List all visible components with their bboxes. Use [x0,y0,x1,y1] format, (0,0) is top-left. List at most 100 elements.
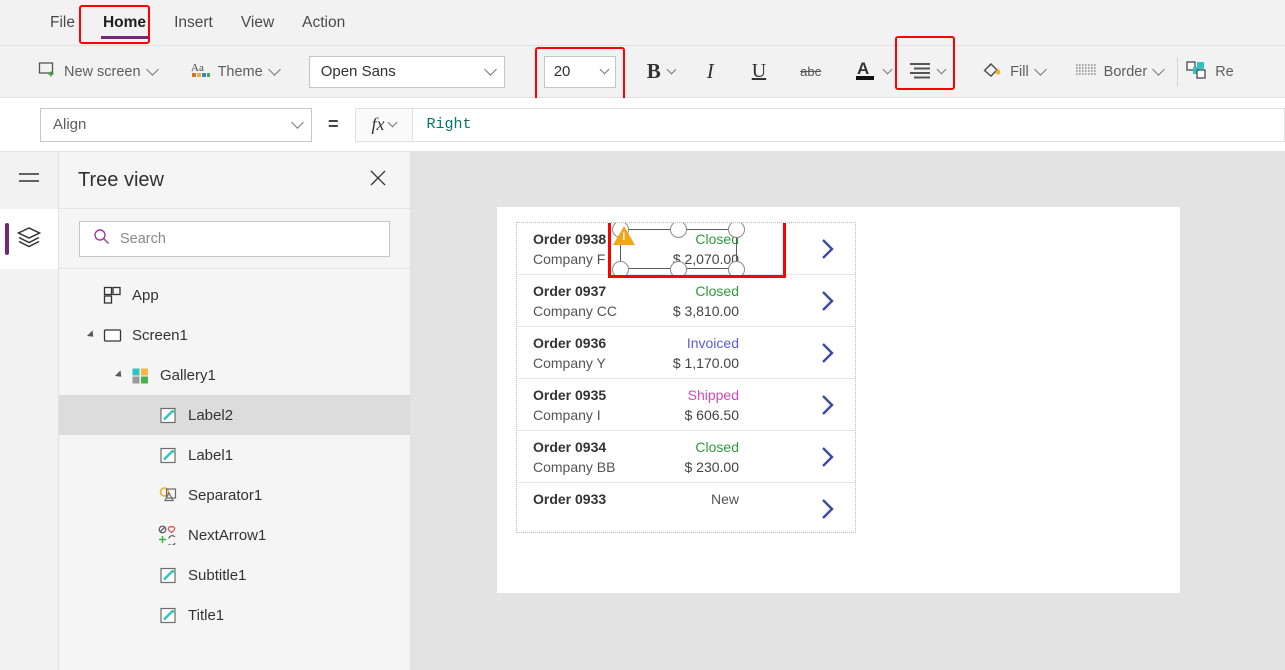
app-screen[interactable]: Order 0938 Company F Closed $ 2,070.00 !… [497,207,1180,593]
theme-icon: Aa [191,60,211,83]
fill-label: Fill [1010,63,1029,80]
chevron-right-icon[interactable] [819,288,837,319]
new-screen-button[interactable]: New screen [30,52,165,92]
tree-node-list: App Screen1 Gallery1 Label2 Label1 Separ… [59,269,410,635]
gallery-icon [127,366,153,385]
menu-item-home[interactable]: Home [89,1,160,45]
reorder-label: Re [1215,63,1234,80]
tree-node-gallery1[interactable]: Gallery1 [59,355,410,395]
tree-node-label1[interactable]: Label1 [59,435,410,475]
gallery-row[interactable]: Order 0934 Company BB Closed $ 230.00 [517,431,855,483]
gallery-row[interactable]: Order 0938 Company F Closed $ 2,070.00 ! [517,223,855,278]
tree-node-nextarrow1[interactable]: NextArrow1 [59,515,410,555]
canvas-area: Order 0938 Company F Closed $ 2,070.00 !… [411,152,1285,670]
chevron-right-icon[interactable] [819,340,837,371]
tree-node-label: App [132,286,159,304]
font-color-button[interactable]: A [847,52,899,92]
chevron-down-icon [267,63,281,76]
gallery-row[interactable]: Order 0936 Company Y Invoiced $ 1,170.00 [517,327,855,379]
gallery-control[interactable]: Order 0938 Company F Closed $ 2,070.00 !… [516,222,856,533]
tree-node-label2[interactable]: Label2 [59,395,410,435]
bold-icon: B [646,59,661,83]
chevron-down-icon [1152,63,1166,76]
formula-bar: Align = fx Right [0,98,1285,152]
align-button[interactable] [905,52,949,92]
hamburger-menu-button[interactable] [0,152,58,209]
border-icon [1075,62,1097,82]
search-input[interactable]: Search [79,220,390,257]
font-size-select[interactable]: 20 [543,55,616,88]
gallery-row[interactable]: Order 0935 Company I Shipped $ 606.50 [517,379,855,431]
fill-button[interactable]: Fill [973,52,1053,92]
order-status: Invoiced [686,335,739,351]
tree-node-title1[interactable]: Title1 [59,595,410,635]
order-title: Order 0938 [533,231,607,247]
chevron-right-icon[interactable] [819,444,837,475]
hamburger-icon [17,170,41,191]
menu-item-action[interactable]: Action [288,1,359,45]
resize-handle-top-right[interactable] [728,223,745,238]
font-family-value: Open Sans [320,63,396,80]
tree-search-row: Search [59,209,410,269]
label-icon [155,406,181,425]
strikethrough-button[interactable]: abc [792,52,829,92]
gallery-row[interactable]: Order 0933 New [517,483,855,532]
tree-node-label: Subtitle1 [188,566,247,584]
property-value: Align [53,116,87,133]
property-select[interactable]: Align [40,107,312,142]
company-name: Company F [533,251,606,267]
search-icon [93,228,110,249]
order-amount: $ 606.50 [684,407,740,423]
menu-bar: File Home Insert View Action [0,0,1285,46]
bold-button[interactable]: B [639,52,683,92]
theme-button[interactable]: Aa Theme [183,52,287,92]
close-icon[interactable] [368,168,388,193]
tree-node-screen1[interactable]: Screen1 [59,315,410,355]
ribbon-toolbar: New screen Aa Theme Open Sans 20 B I U a… [0,35,1285,101]
tree-node-app[interactable]: App [59,275,410,315]
order-title: Order 0936 [533,335,607,351]
equals-sign: = [328,114,339,134]
ribbon-divider [1177,56,1179,87]
separator-icon [155,486,181,505]
company-name: Company BB [533,459,616,475]
chevron-down-icon [936,64,947,75]
company-name: Company Y [533,355,606,371]
menu-item-insert[interactable]: Insert [160,1,227,45]
tree-node-subtitle1[interactable]: Subtitle1 [59,555,410,595]
chevron-down-icon [145,63,159,76]
fx-button[interactable]: fx [354,107,413,142]
chevron-right-icon[interactable] [819,392,837,423]
italic-button[interactable]: I [699,52,722,92]
warning-glyph: ! [622,231,626,243]
theme-label: Theme [217,63,263,80]
svg-text:A: A [857,59,869,78]
formula-value: Right [426,116,472,133]
font-family-select[interactable]: Open Sans [308,55,505,88]
resize-handle-top-center[interactable] [670,223,687,238]
border-button[interactable]: Border [1067,52,1172,92]
screen-icon [99,326,125,345]
tree-node-separator1[interactable]: Separator1 [59,475,410,515]
chevron-down-icon [291,116,304,129]
underline-button[interactable]: U [744,52,774,92]
rail-item-tree-view[interactable] [0,209,58,269]
order-status: Shipped [687,387,739,403]
gallery-row[interactable]: Order 0937 Company CC Closed $ 3,810.00 [517,275,855,327]
search-placeholder-text: Search [120,230,166,247]
tree-node-label: Gallery1 [160,366,216,384]
tree-node-label: Separator1 [188,486,263,504]
active-rail-indicator [5,223,9,255]
new-screen-icon [38,60,57,83]
tree-node-label: Label1 [188,446,234,464]
chevron-right-icon[interactable] [819,496,837,527]
chevron-right-icon[interactable] [819,236,837,267]
expander-icon[interactable] [111,370,127,380]
reorder-button[interactable]: Re [1184,52,1242,92]
tree-view-title: Tree view [78,168,164,191]
menu-item-file[interactable]: File [36,1,89,45]
menu-item-view[interactable]: View [227,1,288,45]
formula-input[interactable]: Right [412,107,1285,142]
expander-icon[interactable] [83,330,99,340]
chevron-down-icon [1033,63,1047,76]
